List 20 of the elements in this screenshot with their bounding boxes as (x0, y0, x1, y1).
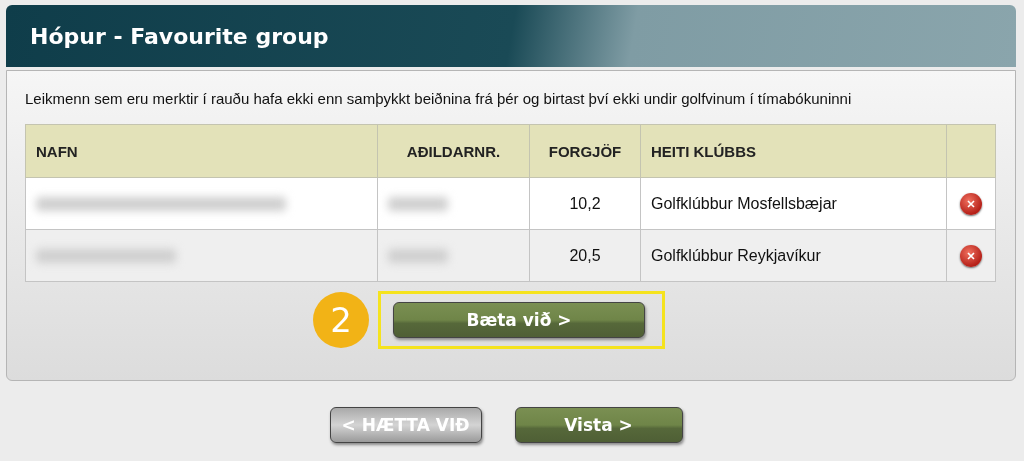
add-button[interactable]: Bæta við > (393, 302, 645, 338)
save-button[interactable]: Vista > (514, 407, 683, 443)
column-header: AÐILDARNR. (377, 124, 530, 178)
delete-button[interactable] (960, 244, 982, 267)
page-title: Hópur - Favourite group (30, 23, 329, 49)
table-cell: Golfklúbbur Mosfellsbæjar (640, 177, 947, 230)
column-header: FORGJÖF (529, 124, 641, 178)
step-badge: 2 (313, 292, 369, 348)
blurred-number (388, 248, 448, 263)
column-header: HEITI KLÚBBS (640, 124, 947, 178)
notice-text: Leikmenn sem eru merktir í rauðu hafa ekki enn samþykkt beiðnina frá þér og birtast því ekki undir golfvinum í tímabókuninni (25, 89, 853, 109)
table-cell: Golfklúbbur Reykjavíkur (640, 229, 947, 282)
close-icon (967, 251, 975, 260)
table-cell: 10,2 (529, 177, 641, 230)
close-icon (967, 199, 975, 208)
blurred-number (388, 196, 448, 211)
column-header: NAFN (25, 124, 378, 178)
delete-button[interactable] (960, 192, 982, 215)
column-header (946, 124, 996, 178)
table-cell: 20,5 (529, 229, 641, 282)
